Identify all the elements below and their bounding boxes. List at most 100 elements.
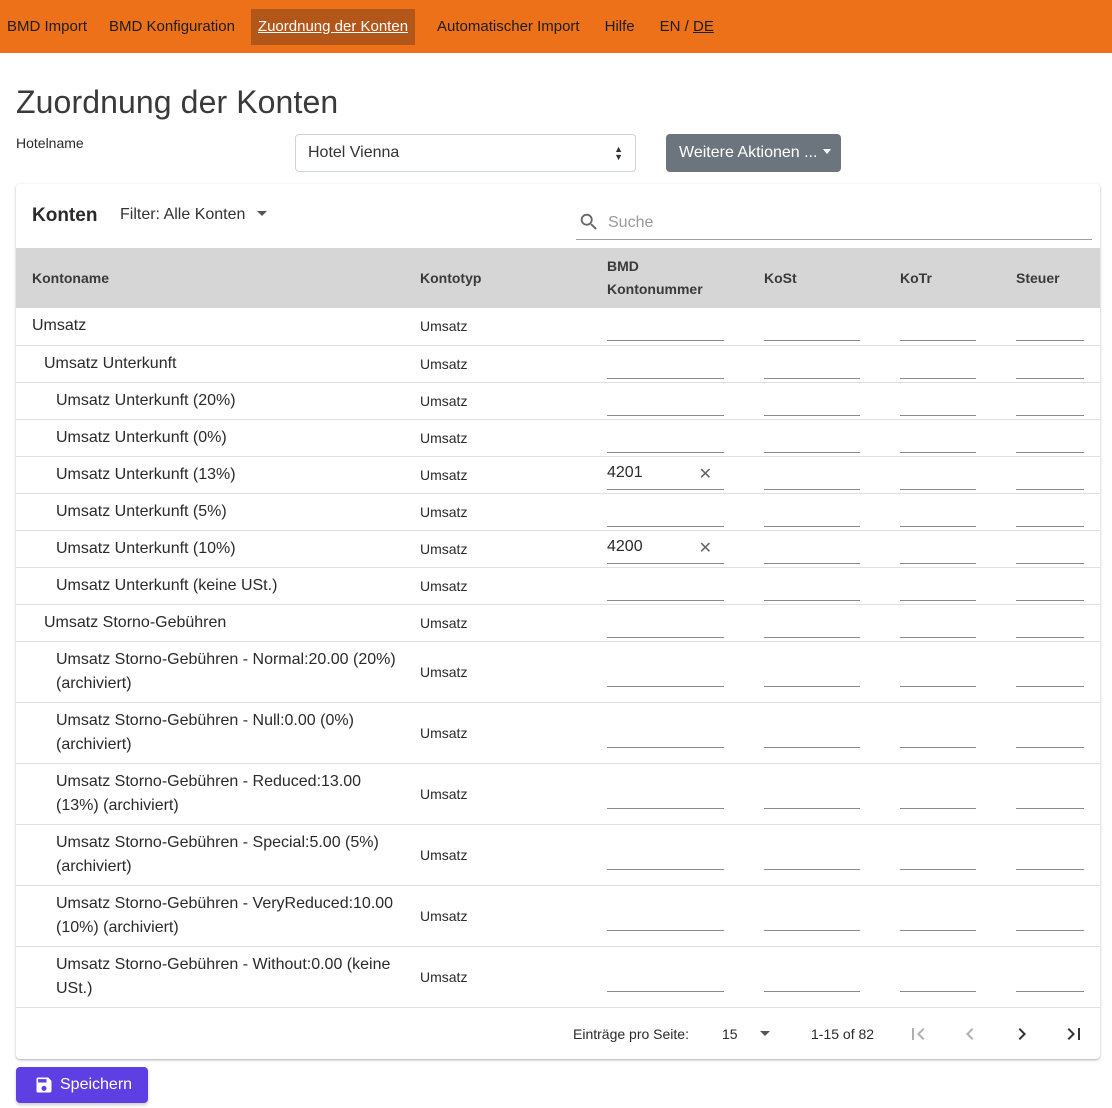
page-title: Zuordnung der Konten: [16, 84, 339, 120]
kotr-input[interactable]: [900, 315, 976, 342]
first-page-icon[interactable]: [906, 1022, 930, 1046]
kost-input[interactable]: [764, 661, 860, 687]
steuer-input[interactable]: [1016, 501, 1084, 527]
kost-input[interactable]: [764, 905, 860, 931]
nav-bmd-import[interactable]: BMD Import: [0, 9, 94, 45]
kost-input[interactable]: [764, 966, 860, 992]
kotr-cell: [884, 885, 1000, 947]
bmd-account-number-input[interactable]: [607, 390, 724, 416]
nav-hilfe[interactable]: Hilfe: [598, 9, 642, 45]
save-icon: [36, 1077, 52, 1093]
last-page-icon[interactable]: [1062, 1022, 1086, 1046]
steuer-input[interactable]: [1016, 722, 1084, 748]
kost-cell: [748, 382, 884, 420]
kost-input[interactable]: [764, 538, 860, 564]
caret-down-icon[interactable]: [760, 1031, 770, 1036]
kotr-input[interactable]: [900, 464, 976, 490]
nav-bmd-konfiguration[interactable]: BMD Konfiguration: [102, 9, 242, 45]
header-kotr[interactable]: KoTr: [884, 248, 1000, 308]
bmd-account-number-input[interactable]: [607, 612, 724, 638]
lang-en-link[interactable]: EN: [660, 18, 681, 35]
steuer-input[interactable]: [1016, 612, 1084, 638]
clear-icon[interactable]: ✕: [699, 462, 712, 488]
kost-input[interactable]: [764, 427, 860, 453]
bmd-account-number-input[interactable]: [607, 844, 724, 870]
kost-input[interactable]: [764, 464, 860, 490]
previous-page-icon[interactable]: [958, 1022, 982, 1046]
hotel-select[interactable]: Hotel Vienna ▲ ▼: [295, 134, 636, 172]
bmd-account-number-input[interactable]: [607, 966, 724, 992]
account-name-cell: Umsatz Storno-Gebühren - Null:0.00 (0%) …: [16, 702, 404, 764]
bmd-account-number-input[interactable]: [607, 427, 724, 453]
kost-input[interactable]: [764, 315, 860, 342]
bmd-account-number-input[interactable]: [607, 353, 724, 379]
kotr-input[interactable]: [900, 390, 976, 416]
steuer-input[interactable]: [1016, 905, 1084, 931]
bmd-account-number-value: 4201: [607, 463, 643, 481]
steuer-input[interactable]: [1016, 315, 1084, 342]
per-page-select[interactable]: 15: [722, 1026, 738, 1042]
more-actions-button[interactable]: Weitere Aktionen ...: [666, 134, 841, 172]
table-row: Umsatz Unterkunft (keine USt.) Umsatz: [16, 567, 1100, 605]
steuer-input[interactable]: [1016, 427, 1084, 453]
filter-dropdown[interactable]: Filter: Alle Konten: [120, 206, 268, 224]
kost-input[interactable]: [764, 390, 860, 416]
bmd-account-number-input[interactable]: 4200 ✕: [607, 538, 724, 564]
kotr-input[interactable]: [900, 905, 976, 931]
kost-input[interactable]: [764, 501, 860, 527]
kotr-input[interactable]: [900, 575, 976, 601]
kotr-input[interactable]: [900, 844, 976, 870]
search-input[interactable]: [608, 212, 1078, 234]
steuer-input[interactable]: [1016, 353, 1084, 379]
steuer-input[interactable]: [1016, 464, 1084, 490]
kotr-input[interactable]: [900, 501, 976, 527]
steuer-cell: [1000, 308, 1100, 346]
lang-de-link[interactable]: DE: [693, 18, 714, 35]
header-kontotyp[interactable]: Kontotyp: [404, 248, 591, 308]
bmd-account-number-input[interactable]: [607, 501, 724, 527]
bmd-account-number-input[interactable]: [607, 315, 724, 342]
kotr-input[interactable]: [900, 427, 976, 453]
kost-input[interactable]: [764, 612, 860, 638]
next-page-icon[interactable]: [1010, 1022, 1034, 1046]
header-kost[interactable]: KoSt: [748, 248, 884, 308]
steuer-input[interactable]: [1016, 844, 1084, 870]
steuer-cell: [1000, 493, 1100, 531]
steuer-input[interactable]: [1016, 661, 1084, 687]
account-name-cell: Umsatz Unterkunft (keine USt.): [16, 567, 404, 605]
kost-input[interactable]: [764, 783, 860, 809]
kost-input[interactable]: [764, 575, 860, 601]
nav-automatischer-import[interactable]: Automatischer Import: [430, 9, 587, 45]
bmd-account-number-input[interactable]: [607, 905, 724, 931]
kotr-input[interactable]: [900, 661, 976, 687]
steuer-input[interactable]: [1016, 575, 1084, 601]
bmd-account-number-input[interactable]: [607, 575, 724, 601]
header-steuer[interactable]: Steuer: [1000, 248, 1100, 308]
bmd-account-number-cell: [591, 702, 748, 764]
steuer-input[interactable]: [1016, 538, 1084, 564]
kotr-input[interactable]: [900, 612, 976, 638]
kotr-input[interactable]: [900, 966, 976, 992]
bmd-account-number-input[interactable]: [607, 783, 724, 809]
save-button[interactable]: Speichern: [16, 1067, 148, 1103]
bmd-account-number-input[interactable]: [607, 661, 724, 687]
kost-input[interactable]: [764, 353, 860, 379]
kost-input[interactable]: [764, 844, 860, 870]
table-row: Umsatz Storno-Gebühren - Normal:20.00 (2…: [16, 641, 1100, 703]
header-bmd-kontonummer[interactable]: BMD Kontonummer: [591, 248, 748, 308]
bmd-account-number-input[interactable]: 4201 ✕: [607, 464, 724, 490]
steuer-input[interactable]: [1016, 783, 1084, 809]
kotr-input[interactable]: [900, 538, 976, 564]
kost-input[interactable]: [764, 722, 860, 748]
steuer-input[interactable]: [1016, 390, 1084, 416]
nav-zuordnung-der-konten[interactable]: Zuordnung der Konten: [250, 8, 416, 45]
kotr-input[interactable]: [900, 722, 976, 748]
header-kontoname[interactable]: Kontoname: [16, 248, 404, 308]
steuer-input[interactable]: [1016, 966, 1084, 992]
bmd-account-number-input[interactable]: [607, 722, 724, 748]
steuer-cell: [1000, 824, 1100, 886]
kotr-input[interactable]: [900, 353, 976, 379]
clear-icon[interactable]: ✕: [699, 536, 712, 562]
bmd-account-number-value: 4200: [607, 537, 643, 555]
kotr-input[interactable]: [900, 783, 976, 809]
